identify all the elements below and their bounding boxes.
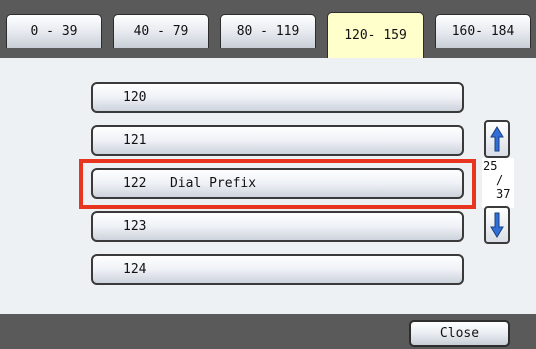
- tab-40-79[interactable]: 40 - 79: [113, 14, 209, 48]
- tab-160-184[interactable]: 160- 184: [435, 14, 531, 48]
- page-total: 37: [496, 187, 511, 201]
- page-separator: /: [496, 173, 504, 187]
- tab-120-159[interactable]: 120- 159: [327, 12, 424, 58]
- list-item-120[interactable]: 120: [91, 82, 464, 113]
- tab-bar: 0 - 39 40 - 79 80 - 119 120- 159 160- 18…: [0, 0, 536, 58]
- scroll-down-button[interactable]: [484, 206, 510, 244]
- page-indicator: 25 / 37: [482, 158, 514, 208]
- close-button[interactable]: Close: [409, 320, 510, 347]
- list-item-123[interactable]: 123: [91, 211, 464, 242]
- scroll-up-button[interactable]: [484, 120, 510, 158]
- list-item-124[interactable]: 124: [91, 254, 464, 285]
- page-current: 25: [483, 159, 498, 173]
- arrow-down-icon: [490, 212, 504, 238]
- list-item-121[interactable]: 121: [91, 125, 464, 156]
- arrow-up-icon: [490, 126, 504, 152]
- selection-highlight: [79, 159, 476, 209]
- tab-0-39[interactable]: 0 - 39: [6, 14, 102, 48]
- tab-80-119[interactable]: 80 - 119: [220, 14, 316, 48]
